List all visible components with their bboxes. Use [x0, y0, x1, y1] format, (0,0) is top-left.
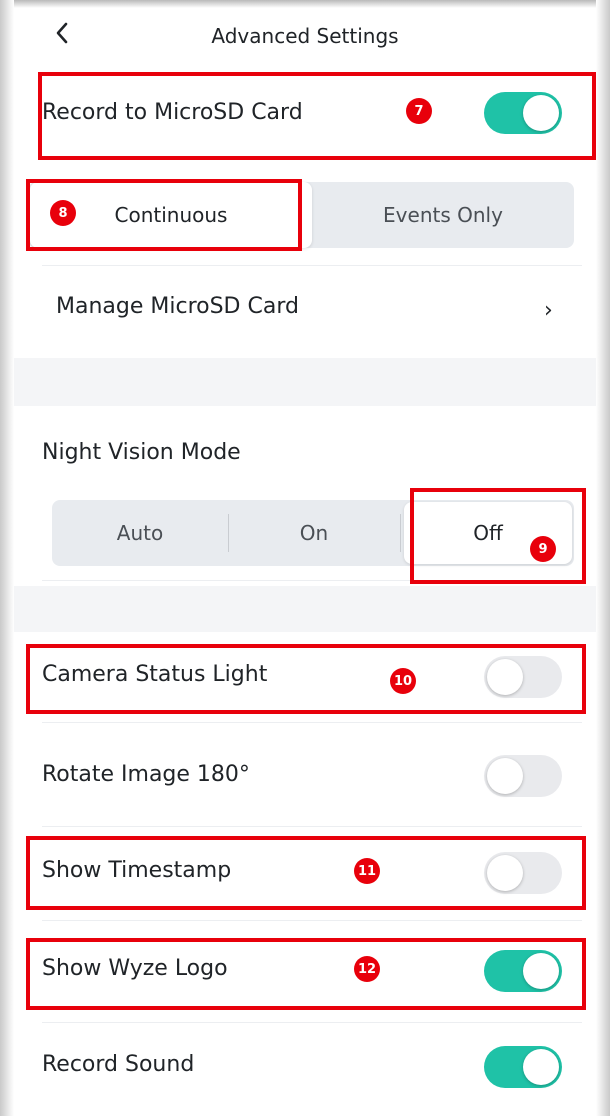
rotate-image-toggle[interactable] — [484, 755, 562, 797]
night-vision-option-auto[interactable]: Auto — [52, 500, 228, 566]
chevron-right-icon: › — [544, 298, 553, 323]
divider — [42, 265, 582, 266]
frame-right-edge — [596, 0, 610, 1116]
annotation-box-10 — [26, 644, 586, 714]
page-title: Advanced Settings — [211, 24, 399, 48]
annotation-badge-8: 8 — [50, 200, 76, 226]
segment-separator — [400, 514, 401, 552]
night-vision-title: Night Vision Mode — [42, 440, 241, 465]
divider — [42, 722, 582, 723]
manage-sd-row[interactable]: Manage MicroSD Card › — [14, 270, 596, 356]
night-vision-option-on[interactable]: On — [229, 500, 399, 566]
toggle-knob — [523, 1049, 559, 1085]
divider — [42, 826, 582, 827]
divider — [42, 920, 582, 921]
annotation-box-12 — [26, 938, 586, 1010]
annotation-badge-9: 9 — [530, 536, 556, 562]
toggle-knob — [487, 758, 523, 794]
annotation-badge-10: 10 — [390, 668, 416, 694]
annotation-badge-11: 11 — [354, 858, 380, 884]
record-sound-toggle[interactable] — [484, 1046, 562, 1088]
rotate-image-label: Rotate Image 180° — [42, 762, 250, 787]
annotation-box-11 — [26, 836, 586, 910]
frame-left-edge — [0, 0, 14, 1116]
mode-option-events-only[interactable]: Events Only — [314, 182, 572, 248]
annotation-badge-7: 7 — [406, 98, 432, 124]
section-separator — [14, 358, 596, 406]
annotation-box-7 — [38, 72, 596, 160]
section-separator — [14, 586, 596, 632]
manage-sd-label: Manage MicroSD Card — [56, 294, 299, 319]
annotation-badge-12: 12 — [354, 956, 380, 982]
advanced-settings-screen: Advanced Settings Record to MicroSD Card… — [0, 0, 610, 1116]
record-sound-label: Record Sound — [42, 1052, 195, 1077]
annotation-box-9 — [410, 488, 586, 584]
divider — [42, 1022, 582, 1023]
frame-top-edge — [0, 0, 610, 8]
